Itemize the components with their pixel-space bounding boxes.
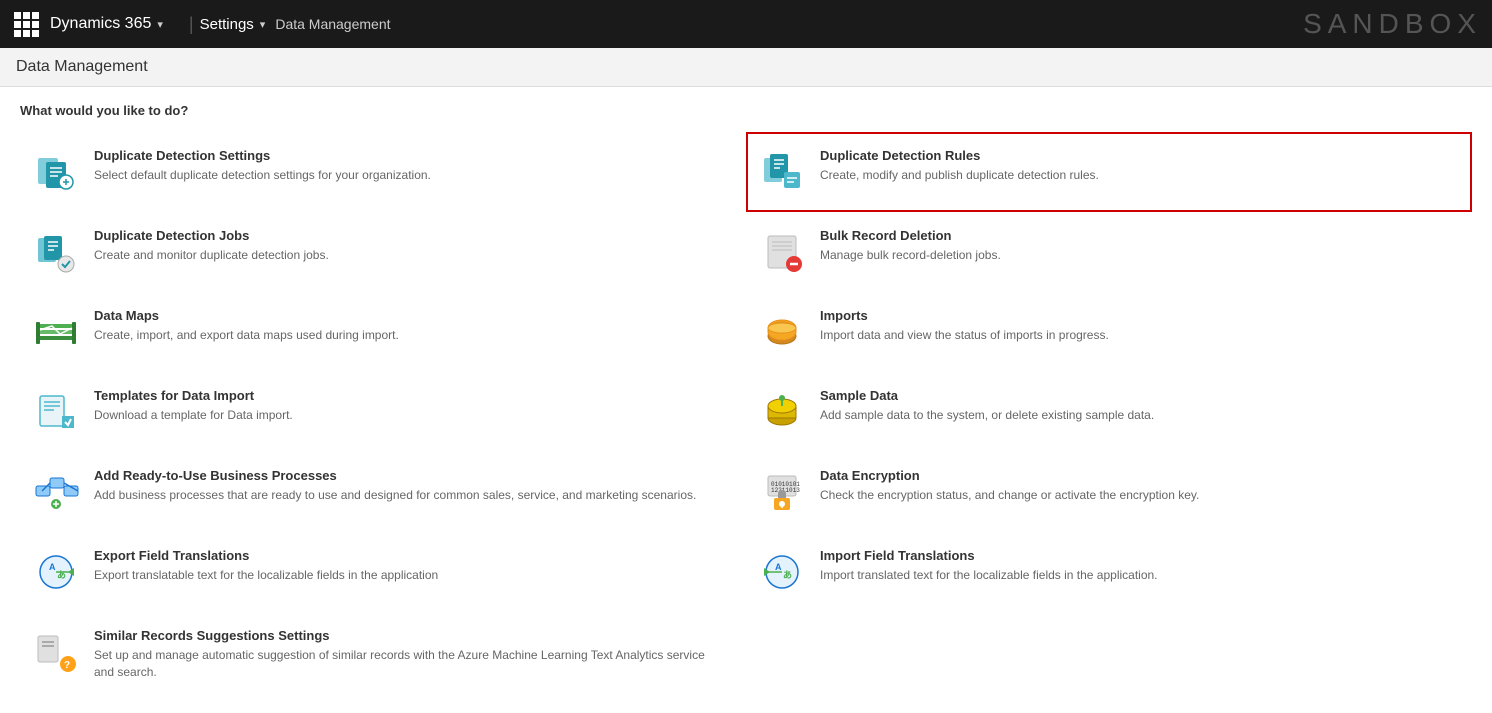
- item-title: Similar Records Suggestions Settings: [94, 628, 724, 643]
- settings-label: Settings: [200, 16, 254, 33]
- item-title: Imports: [820, 308, 1450, 323]
- item-desc: Add sample data to the system, or delete…: [820, 407, 1450, 424]
- item-text: Add Ready-to-Use Business Processes Add …: [94, 468, 724, 504]
- sample-data-icon: [758, 388, 806, 436]
- item-title: Duplicate Detection Settings: [94, 148, 724, 163]
- environment-label: SANDBOX: [1303, 8, 1482, 40]
- item-text: Data Encryption Check the encryption sta…: [820, 468, 1450, 504]
- item-desc: Set up and manage automatic suggestion o…: [94, 647, 724, 681]
- item-export-field-translations[interactable]: A あ Export Field Translations Export tra…: [20, 532, 746, 612]
- item-title: Duplicate Detection Rules: [820, 148, 1450, 163]
- dup-settings-icon: [32, 148, 80, 196]
- data-maps-icon: [32, 308, 80, 356]
- item-text: Bulk Record Deletion Manage bulk record-…: [820, 228, 1450, 264]
- item-desc: Create, modify and publish duplicate det…: [820, 167, 1450, 184]
- business-processes-icon: [32, 468, 80, 516]
- item-similar-records[interactable]: ? Similar Records Suggestions Settings S…: [20, 612, 746, 697]
- waffle-icon: [14, 12, 39, 37]
- templates-icon: [32, 388, 80, 436]
- item-title: Export Field Translations: [94, 548, 724, 563]
- item-title: Import Field Translations: [820, 548, 1450, 563]
- similar-records-icon: ?: [32, 628, 80, 676]
- bulk-delete-icon: [758, 228, 806, 276]
- item-data-encryption[interactable]: 01010101 12211013 Data Encryption Check …: [746, 452, 1472, 532]
- item-text: Templates for Data Import Download a tem…: [94, 388, 724, 424]
- item-desc: Create and monitor duplicate detection j…: [94, 247, 724, 264]
- waffle-menu[interactable]: [10, 8, 42, 40]
- item-title: Data Encryption: [820, 468, 1450, 483]
- item-import-field-translations[interactable]: A あ Import Field Translations Import tra…: [746, 532, 1472, 612]
- item-desc: Select default duplicate detection setti…: [94, 167, 724, 184]
- item-text: Sample Data Add sample data to the syste…: [820, 388, 1450, 424]
- item-sample-data[interactable]: Sample Data Add sample data to the syste…: [746, 372, 1472, 452]
- item-title: Add Ready-to-Use Business Processes: [94, 468, 724, 483]
- dup-rules-icon: [758, 148, 806, 196]
- brand-name: Dynamics 365: [50, 15, 151, 33]
- main-content: What would you like to do?: [0, 87, 1492, 713]
- right-column: Duplicate Detection Rules Create, modify…: [746, 132, 1472, 697]
- brand-label[interactable]: Dynamics 365 ▾: [50, 15, 163, 33]
- item-text: Imports Import data and view the status …: [820, 308, 1450, 344]
- item-title: Templates for Data Import: [94, 388, 724, 403]
- item-bulk-record-deletion[interactable]: Bulk Record Deletion Manage bulk record-…: [746, 212, 1472, 292]
- item-desc: Check the encryption status, and change …: [820, 487, 1450, 504]
- item-desc: Download a template for Data import.: [94, 407, 724, 424]
- item-text: Duplicate Detection Rules Create, modify…: [820, 148, 1450, 184]
- svg-text:A: A: [49, 562, 56, 572]
- page-title: Data Management: [16, 58, 1476, 76]
- item-templates-data-import[interactable]: Templates for Data Import Download a tem…: [20, 372, 746, 452]
- item-text: Duplicate Detection Settings Select defa…: [94, 148, 724, 184]
- item-duplicate-detection-settings[interactable]: Duplicate Detection Settings Select defa…: [20, 132, 746, 212]
- item-desc: Import data and view the status of impor…: [820, 327, 1450, 344]
- item-text: Duplicate Detection Jobs Create and moni…: [94, 228, 724, 264]
- item-data-maps[interactable]: Data Maps Create, import, and export dat…: [20, 292, 746, 372]
- import-translations-icon: A あ: [758, 548, 806, 596]
- item-duplicate-detection-jobs[interactable]: Duplicate Detection Jobs Create and moni…: [20, 212, 746, 292]
- item-text: Export Field Translations Export transla…: [94, 548, 724, 584]
- item-desc: Import translated text for the localizab…: [820, 567, 1450, 584]
- item-title: Duplicate Detection Jobs: [94, 228, 724, 243]
- breadcrumb: Data Management: [275, 16, 390, 32]
- nav-separator: |: [189, 14, 194, 35]
- items-grid: Duplicate Detection Settings Select defa…: [20, 132, 1472, 697]
- settings-menu[interactable]: Settings ▾: [200, 16, 266, 33]
- settings-chevron-icon: ▾: [260, 18, 266, 31]
- item-desc: Create, import, and export data maps use…: [94, 327, 724, 344]
- dup-jobs-icon: [32, 228, 80, 276]
- svg-text:?: ?: [64, 660, 70, 671]
- export-translations-icon: A あ: [32, 548, 80, 596]
- item-desc: Export translatable text for the localiz…: [94, 567, 724, 584]
- imports-icon: [758, 308, 806, 356]
- item-desc: Add business processes that are ready to…: [94, 487, 724, 504]
- section-prompt: What would you like to do?: [20, 103, 1472, 118]
- item-desc: Manage bulk record-deletion jobs.: [820, 247, 1450, 264]
- item-text: Import Field Translations Import transla…: [820, 548, 1450, 584]
- svg-text:A: A: [775, 562, 782, 572]
- svg-text:あ: あ: [783, 570, 792, 580]
- top-navigation: Dynamics 365 ▾ | Settings ▾ Data Managem…: [0, 0, 1492, 48]
- item-title: Data Maps: [94, 308, 724, 323]
- left-column: Duplicate Detection Settings Select defa…: [20, 132, 746, 697]
- brand-chevron-icon: ▾: [157, 18, 163, 31]
- item-imports[interactable]: Imports Import data and view the status …: [746, 292, 1472, 372]
- data-encryption-icon: 01010101 12211013: [758, 468, 806, 516]
- item-text: Data Maps Create, import, and export dat…: [94, 308, 724, 344]
- item-duplicate-detection-rules[interactable]: Duplicate Detection Rules Create, modify…: [746, 132, 1472, 212]
- item-add-business-processes[interactable]: Add Ready-to-Use Business Processes Add …: [20, 452, 746, 532]
- item-title: Bulk Record Deletion: [820, 228, 1450, 243]
- page-header: Data Management: [0, 48, 1492, 87]
- item-title: Sample Data: [820, 388, 1450, 403]
